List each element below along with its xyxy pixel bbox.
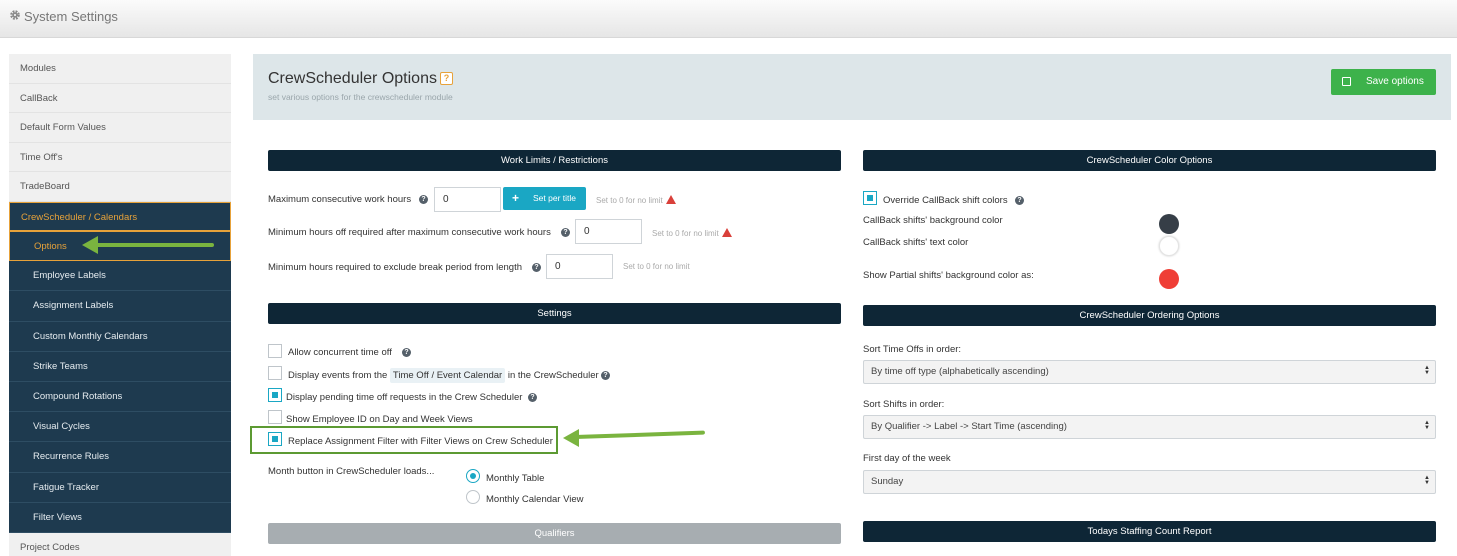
max-consecutive-input[interactable]: 0 bbox=[434, 187, 501, 212]
first-day-select[interactable]: Sunday ▲ ▼ bbox=[863, 470, 1436, 494]
save-icon bbox=[1342, 77, 1351, 86]
allow-concurrent-checkbox[interactable] bbox=[268, 344, 282, 358]
options-title: CrewScheduler Options? bbox=[268, 70, 453, 88]
help-icon-min-off[interactable]: ? bbox=[561, 228, 570, 237]
sidebar-subitem-fatigue-tracker[interactable]: Fatigue Tracker bbox=[9, 472, 231, 503]
sidebar: Modules CallBack Default Form Values Tim… bbox=[9, 54, 231, 556]
top-bar: System Settings bbox=[0, 0, 1457, 38]
partial-bg-swatch[interactable] bbox=[1159, 269, 1179, 289]
callback-text-swatch[interactable] bbox=[1159, 236, 1179, 256]
sidebar-subitem-assignment-labels[interactable]: Assignment Labels bbox=[9, 291, 231, 322]
help-icon-override[interactable]: ? bbox=[1015, 196, 1024, 205]
break-input[interactable]: 0 bbox=[546, 254, 613, 279]
show-employee-id-label: Show Employee ID on Day and Week Views bbox=[286, 414, 473, 425]
no-limit-hint-3: Set to 0 for no limit bbox=[623, 262, 690, 271]
monthly-table-label: Monthly Table bbox=[486, 473, 545, 484]
sidebar-subitem-custom-monthly-calendars[interactable]: Custom Monthly Calendars bbox=[9, 321, 231, 352]
month-button-label: Month button in CrewScheduler loads... bbox=[268, 466, 435, 477]
time-off-calendar-tag: Time Off / Event Calendar bbox=[389, 368, 506, 383]
annotation-arrow bbox=[96, 243, 214, 247]
display-pending-label: Display pending time off requests in the… bbox=[286, 392, 523, 403]
section-ordering-options: CrewScheduler Ordering Options bbox=[863, 305, 1436, 326]
sidebar-subitem-strike-teams[interactable]: Strike Teams bbox=[9, 351, 231, 382]
section-settings: Settings bbox=[268, 303, 841, 324]
sidebar-item-time-offs[interactable]: Time Off's bbox=[9, 142, 231, 172]
callback-bg-swatch[interactable] bbox=[1159, 214, 1179, 234]
monthly-calendar-view-label: Monthly Calendar View bbox=[486, 494, 584, 505]
sidebar-subitem-filter-views[interactable]: Filter Views bbox=[9, 502, 231, 533]
sort-time-offs-select[interactable]: By time off type (alphabetically ascendi… bbox=[863, 360, 1436, 384]
show-employee-id-checkbox[interactable] bbox=[268, 410, 282, 424]
sidebar-subitem-visual-cycles[interactable]: Visual Cycles bbox=[9, 412, 231, 443]
partial-bg-label: Show Partial shifts' background color as… bbox=[863, 270, 1034, 281]
min-off-label: Minimum hours off required after maximum… bbox=[268, 227, 551, 238]
sort-shifts-select[interactable]: By Qualifier -> Label -> Start Time (asc… bbox=[863, 415, 1436, 439]
max-consecutive-label: Maximum consecutive work hours bbox=[268, 194, 412, 205]
display-events-checkbox[interactable] bbox=[268, 366, 282, 380]
override-callback-checkbox[interactable] bbox=[863, 191, 877, 205]
allow-concurrent-label: Allow concurrent time off bbox=[288, 347, 392, 358]
sidebar-item-tradeboard[interactable]: TradeBoard bbox=[9, 172, 231, 202]
section-color-options: CrewScheduler Color Options bbox=[863, 150, 1436, 171]
save-options-button[interactable]: Save options bbox=[1331, 69, 1436, 95]
section-work-limits: Work Limits / Restrictions bbox=[268, 150, 841, 171]
help-icon-concurrent[interactable]: ? bbox=[402, 348, 411, 357]
help-icon-break[interactable]: ? bbox=[532, 263, 541, 272]
sidebar-subitem-recurrence-rules[interactable]: Recurrence Rules bbox=[9, 442, 231, 473]
override-callback-label: Override CallBack shift colors bbox=[883, 195, 1008, 206]
replace-filter-checkbox[interactable] bbox=[268, 432, 282, 446]
sidebar-subitem-employee-labels[interactable]: Employee Labels bbox=[9, 261, 231, 292]
plus-icon: + bbox=[512, 191, 520, 205]
sidebar-subitem-compound-rotations[interactable]: Compound Rotations bbox=[9, 381, 231, 413]
sort-time-offs-label: Sort Time Offs in order: bbox=[863, 344, 962, 355]
sidebar-item-default-form-values[interactable]: Default Form Values bbox=[9, 113, 231, 143]
radio-monthly-table[interactable] bbox=[466, 469, 480, 483]
section-qualifiers[interactable]: Qualifiers bbox=[268, 523, 841, 544]
no-limit-hint-2: Set to 0 for no limit bbox=[652, 228, 732, 238]
display-events-label: Display events from the Time Off / Event… bbox=[288, 368, 599, 383]
select-caret-icon: ▲ ▼ bbox=[1424, 365, 1430, 376]
radio-monthly-calendar-view[interactable] bbox=[466, 490, 480, 504]
select-caret-icon: ▲ ▼ bbox=[1424, 475, 1430, 486]
annotation-arrow-2 bbox=[576, 430, 705, 439]
sort-shifts-label: Sort Shifts in order: bbox=[863, 399, 945, 410]
display-pending-checkbox[interactable] bbox=[268, 388, 282, 402]
sidebar-item-crewscheduler[interactable]: CrewScheduler / Calendars bbox=[9, 201, 231, 231]
gear-icon bbox=[10, 10, 20, 20]
warning-icon bbox=[721, 228, 732, 237]
no-limit-hint-1: Set to 0 for no limit bbox=[596, 195, 676, 205]
min-off-input[interactable]: 0 bbox=[575, 219, 642, 244]
help-icon[interactable]: ? bbox=[439, 72, 453, 85]
set-per-title-button[interactable]: + Set per title bbox=[503, 187, 586, 210]
help-icon-pending[interactable]: ? bbox=[528, 393, 537, 402]
help-icon-events[interactable]: ? bbox=[601, 371, 610, 380]
break-label: Minimum hours required to exclude break … bbox=[268, 262, 522, 273]
callback-text-label: CallBack shifts' text color bbox=[863, 237, 969, 248]
section-staffing-count[interactable]: Todays Staffing Count Report bbox=[863, 521, 1436, 542]
options-subtitle: set various options for the crewschedule… bbox=[268, 92, 453, 102]
select-caret-icon: ▲ ▼ bbox=[1424, 420, 1430, 431]
page-title: System Settings bbox=[24, 9, 118, 24]
warning-icon bbox=[665, 195, 676, 204]
first-day-label: First day of the week bbox=[863, 453, 951, 464]
callback-bg-label: CallBack shifts' background color bbox=[863, 215, 1003, 226]
sidebar-item-callback[interactable]: CallBack bbox=[9, 83, 231, 113]
help-icon-max-consecutive[interactable]: ? bbox=[419, 195, 428, 204]
sidebar-item-project-codes[interactable]: Project Codes bbox=[9, 532, 231, 556]
replace-filter-label: Replace Assignment Filter with Filter Vi… bbox=[288, 436, 553, 447]
options-header: CrewScheduler Options? set various optio… bbox=[253, 54, 1451, 120]
sidebar-item-modules[interactable]: Modules bbox=[9, 54, 231, 84]
